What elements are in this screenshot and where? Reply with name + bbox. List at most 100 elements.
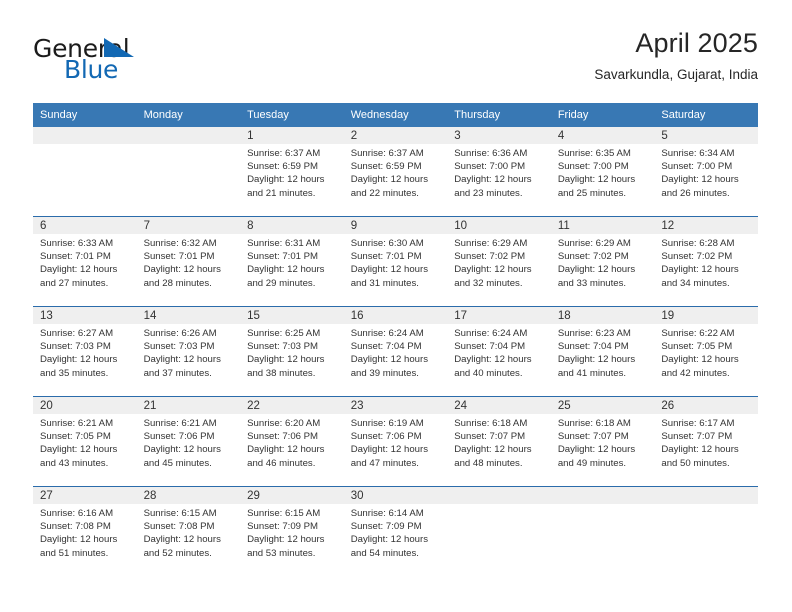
day-info-line: and 42 minutes.	[661, 367, 730, 379]
day-info-line: and 32 minutes.	[454, 277, 523, 289]
calendar-day-cell[interactable]: 5 Sunrise: 6:34 AM Sunset: 7:00 PM Daylight…	[654, 127, 758, 216]
day-info-line: and 37 minutes.	[143, 367, 212, 379]
calendar-day-cell[interactable]: 4 Sunrise: 6:35 AM Sunset: 7:00 PM Daylight…	[550, 127, 655, 216]
calendar-day-cell[interactable]: 28 Sunrise: 6:15 AM Sunset: 7:08 PM Dayligh…	[136, 487, 241, 576]
calendar-day-cell[interactable]: 12 Sunrise: 6:28 AM Sunset: 7:02 PM Dayligh…	[654, 217, 758, 306]
day-number: 2	[343, 127, 448, 144]
calendar-day-cell[interactable]: 21 Sunrise: 6:21 AM Sunset: 7:06 PM Dayligh…	[136, 397, 241, 486]
calendar-week-row: 6 Sunrise: 6:33 AM Sunset: 7:01 PM Daylight…	[33, 216, 758, 306]
calendar-day-cell[interactable]: 8 Sunrise: 6:31 AM Sunset: 7:01 PM Daylight…	[240, 217, 344, 306]
page-title: April 2025	[635, 28, 758, 58]
calendar-day-cell[interactable]: 30 Sunrise: 6:14 AM Sunset: 7:09 PM Dayligh…	[343, 487, 448, 576]
calendar-day-cell[interactable]: 17 Sunrise: 6:24 AM Sunset: 7:04 PM Dayligh…	[447, 307, 551, 396]
day-info-line: and 46 minutes.	[247, 457, 316, 469]
weekday-header-friday: Friday	[557, 109, 589, 121]
day-number: 13	[33, 307, 137, 324]
calendar-day-cell[interactable]: 22 Sunrise: 6:20 AM Sunset: 7:06 PM Dayligh…	[240, 397, 344, 486]
day-number: 9	[343, 217, 448, 234]
calendar-day-cell[interactable]: 2 Sunrise: 6:37 AM Sunset: 6:59 PM Daylight…	[343, 127, 448, 216]
day-info-line: Daylight: 12 hours	[557, 354, 636, 366]
calendar-day-cell[interactable]: 11 Sunrise: 6:29 AM Sunset: 7:02 PM Dayligh…	[550, 217, 655, 306]
day-info-line: Daylight: 12 hours	[247, 534, 325, 546]
calendar-day-cell[interactable]: 13 Sunrise: 6:27 AM Sunset: 7:03 PM Dayligh…	[33, 307, 137, 396]
day-info-line: Sunset: 7:07 PM	[661, 431, 733, 443]
calendar-grid: Sunday Monday Tuesday Wednesday Thursday Frid…	[33, 103, 758, 576]
calendar-day-cell[interactable]: 9 Sunrise: 6:30 AM Sunset: 7:01 PM Daylight…	[343, 217, 448, 306]
day-info-line: and 25 minutes.	[557, 187, 627, 199]
day-info-line: Daylight: 12 hours	[661, 174, 739, 186]
weekday-header-sunday: Sunday	[40, 109, 78, 121]
day-info-line: Sunset: 7:07 PM	[454, 431, 526, 443]
day-info-line: and 38 minutes.	[247, 367, 316, 379]
calendar-day-cell[interactable]: 18 Sunrise: 6:23 AM Sunset: 7:04 PM Dayligh…	[550, 307, 655, 396]
day-info-line: and 40 minutes.	[454, 367, 523, 379]
day-info-line: and 28 minutes.	[143, 277, 212, 289]
day-info-line: Sunset: 7:07 PM	[557, 431, 629, 443]
calendar-day-cell[interactable]: 26 Sunrise: 6:17 AM Sunset: 7:07 PM Dayligh…	[654, 397, 758, 486]
day-sun-info: Sunrise: 6:26 AM Sunset: 7:03 PM Daylight:…	[137, 324, 241, 380]
calendar-week-row: 13 Sunrise: 6:27 AM Sunset: 7:03 PM Dayligh…	[33, 306, 758, 396]
calendar-day-cell[interactable]: 10 Sunrise: 6:29 AM Sunset: 7:02 PM Dayligh…	[447, 217, 551, 306]
day-info-line: Sunset: 7:09 PM	[350, 521, 422, 533]
calendar-weeks: 1 Sunrise: 6:37 AM Sunset: 6:59 PM Daylight…	[33, 127, 758, 576]
day-info-line: Sunset: 7:04 PM	[350, 341, 422, 353]
day-info-line: Sunset: 7:09 PM	[247, 521, 319, 533]
calendar-day-cell[interactable]: 16 Sunrise: 6:24 AM Sunset: 7:04 PM Dayligh…	[343, 307, 448, 396]
day-number: 28	[136, 487, 241, 504]
calendar-day-cell[interactable]: 24 Sunrise: 6:18 AM Sunset: 7:07 PM Dayligh…	[447, 397, 551, 486]
day-info-line: Sunrise: 6:35 AM	[557, 148, 631, 159]
day-info-line: Sunset: 7:02 PM	[661, 251, 733, 263]
calendar-day-cell[interactable]: 23 Sunrise: 6:19 AM Sunset: 7:06 PM Dayligh…	[343, 397, 448, 486]
calendar-day-cell[interactable]: 25 Sunrise: 6:18 AM Sunset: 7:07 PM Dayligh…	[550, 397, 655, 486]
day-sun-info: Sunrise: 6:17 AM Sunset: 7:07 PM Daylight:…	[654, 414, 758, 470]
calendar-day-cell[interactable]: 27 Sunrise: 6:16 AM Sunset: 7:08 PM Dayligh…	[33, 487, 137, 576]
day-number: 10	[447, 217, 551, 234]
day-info-line: Sunrise: 6:18 AM	[557, 418, 631, 429]
day-info-line: Sunset: 7:02 PM	[454, 251, 526, 263]
day-info-line: Daylight: 12 hours	[143, 444, 221, 456]
day-number: 5	[654, 127, 758, 144]
day-number: 8	[240, 217, 344, 234]
day-info-line: Sunrise: 6:19 AM	[350, 418, 424, 429]
day-info-line: Daylight: 12 hours	[350, 444, 429, 456]
day-sun-info: Sunrise: 6:15 AM Sunset: 7:08 PM Daylight:…	[137, 504, 241, 560]
calendar-day-cell[interactable]: 19 Sunrise: 6:22 AM Sunset: 7:05 PM Dayligh…	[654, 307, 758, 396]
day-info-line: Sunset: 7:08 PM	[143, 521, 215, 533]
day-info-line: Sunrise: 6:32 AM	[143, 238, 217, 249]
calendar-day-empty	[550, 487, 655, 576]
title-block: April 2025 Savarkundla, Gujarat, India	[594, 26, 758, 83]
day-info-line: Sunrise: 6:21 AM	[40, 418, 114, 429]
day-sun-info: Sunrise: 6:18 AM Sunset: 7:07 PM Daylight:…	[551, 414, 655, 470]
day-sun-info: Sunrise: 6:22 AM Sunset: 7:05 PM Daylight:…	[654, 324, 758, 380]
calendar-day-cell[interactable]: 6 Sunrise: 6:33 AM Sunset: 7:01 PM Daylight…	[33, 217, 137, 306]
calendar-day-cell[interactable]: 15 Sunrise: 6:25 AM Sunset: 7:03 PM Dayligh…	[240, 307, 344, 396]
day-info-line: Daylight: 12 hours	[40, 534, 118, 546]
day-info-line: Sunrise: 6:36 AM	[454, 148, 528, 159]
calendar-day-cell[interactable]: 29 Sunrise: 6:15 AM Sunset: 7:09 PM Dayligh…	[240, 487, 344, 576]
calendar-page: General Blue April 2025 Savarkundla, Guj…	[0, 0, 792, 612]
day-info-line: Sunrise: 6:24 AM	[454, 328, 528, 339]
day-number: 23	[343, 397, 448, 414]
day-info-line: Sunrise: 6:21 AM	[143, 418, 217, 429]
day-info-line: Daylight: 12 hours	[454, 264, 532, 276]
day-number: 29	[240, 487, 344, 504]
day-sun-info: Sunrise: 6:25 AM Sunset: 7:03 PM Daylight:…	[240, 324, 344, 380]
day-sun-info: Sunrise: 6:34 AM Sunset: 7:00 PM Daylight:…	[654, 144, 758, 200]
calendar-day-cell[interactable]: 3 Sunrise: 6:36 AM Sunset: 7:00 PM Daylight…	[447, 127, 551, 216]
day-info-line: Sunrise: 6:34 AM	[661, 148, 735, 159]
day-info-line: Daylight: 12 hours	[557, 174, 636, 186]
day-info-line: Sunrise: 6:29 AM	[454, 238, 528, 249]
day-info-line: Sunset: 7:04 PM	[557, 341, 629, 353]
day-info-line: and 49 minutes.	[557, 457, 627, 469]
day-info-line: Sunset: 7:03 PM	[40, 341, 111, 353]
calendar-day-cell[interactable]: 7 Sunrise: 6:32 AM Sunset: 7:01 PM Daylight…	[136, 217, 241, 306]
day-info-line: Sunrise: 6:37 AM	[247, 148, 321, 159]
calendar-day-cell[interactable]: 20 Sunrise: 6:21 AM Sunset: 7:05 PM Dayligh…	[33, 397, 137, 486]
weekday-header-saturday: Saturday	[661, 109, 706, 121]
calendar-day-cell[interactable]: 1 Sunrise: 6:37 AM Sunset: 6:59 PM Daylight…	[240, 127, 344, 216]
calendar-day-cell[interactable]: 14 Sunrise: 6:26 AM Sunset: 7:03 PM Dayligh…	[136, 307, 241, 396]
day-sun-info: Sunrise: 6:24 AM Sunset: 7:04 PM Daylight:…	[344, 324, 448, 380]
day-number: 17	[447, 307, 551, 324]
day-info-line: and 23 minutes.	[454, 187, 523, 199]
day-info-line: Sunset: 7:01 PM	[40, 251, 111, 263]
